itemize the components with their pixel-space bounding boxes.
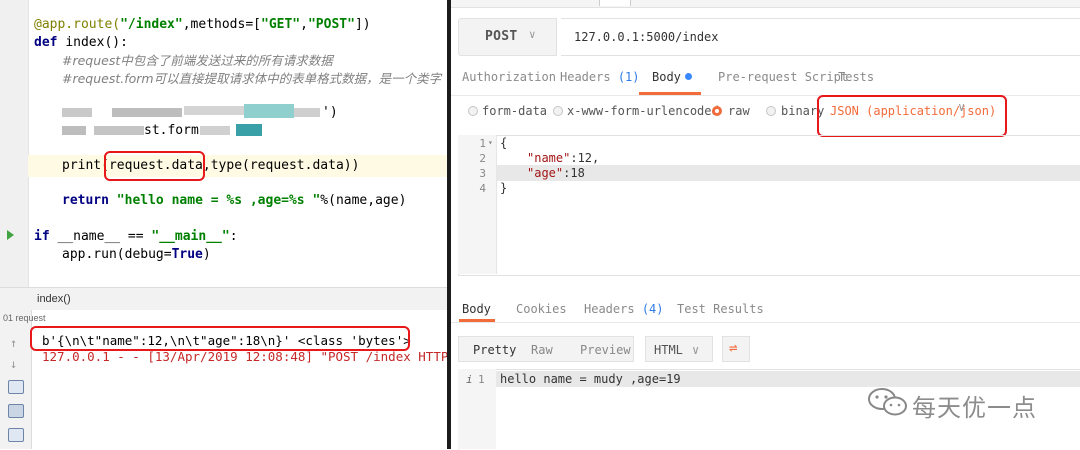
tab-tests[interactable]: Tests	[838, 70, 874, 84]
blurred-code	[236, 124, 262, 136]
modified-dot-icon	[684, 73, 692, 80]
wrap-lines-button[interactable]: ⇌	[722, 336, 750, 362]
tabs-divider	[451, 322, 1080, 323]
response-gutter	[458, 369, 496, 449]
line-number: 4	[479, 182, 486, 195]
editor-line-2: "name":12,	[527, 151, 600, 165]
blurred-code	[184, 106, 244, 115]
code-editor[interactable]: @app.route("/index",methods=["GET","POST…	[0, 0, 449, 287]
code-line-if: if __name__ == "__main__":	[34, 229, 238, 244]
tab-test-results[interactable]: Test Results	[677, 302, 764, 316]
chevron-down-icon: ∨	[692, 343, 700, 357]
blurred-code	[244, 104, 294, 118]
arrow-up-icon[interactable]: ↑	[10, 336, 17, 350]
blurred-code	[62, 126, 86, 135]
code-fragment: st.form.	[144, 123, 207, 138]
highlight-box-request-data	[104, 151, 205, 181]
tab-body[interactable]: Body	[652, 70, 692, 84]
code-comment-2: #request.form可以直接提取请求体中的表单格式数据，是一个类字	[62, 71, 442, 86]
tab-strip	[451, 0, 1080, 8]
code-line-def: def index():	[34, 35, 128, 50]
code-line-route: @app.route("/index",methods=["GET","POST…	[34, 17, 371, 32]
scroll-to-end-icon[interactable]	[8, 404, 24, 418]
code-comment-1: #request中包含了前端发送过来的所有请求数据	[62, 53, 333, 68]
line-number: 1	[478, 373, 485, 386]
method-select[interactable]: POST ∨	[458, 18, 557, 56]
run-tab-label[interactable]: 01 request	[3, 313, 46, 323]
blurred-code	[112, 108, 182, 117]
editor-line-1: {	[500, 136, 508, 150]
blurred-code	[294, 108, 320, 117]
fold-arrow-icon[interactable]: ▾	[488, 138, 493, 147]
tab-response-headers[interactable]: Headers (4)	[584, 302, 664, 316]
tab-prerequest-script[interactable]: Pre-request Script	[718, 70, 848, 84]
highlight-box-content-type	[817, 95, 1007, 137]
watermark-text: 每天优一点	[912, 394, 1037, 422]
active-tab-underline	[639, 92, 701, 95]
arrow-down-icon[interactable]: ↓	[10, 357, 17, 371]
editor-line-3: "age":18	[527, 166, 585, 180]
wrap-icon: ⇌	[729, 340, 738, 356]
code-line-run: app.run(debug=True)	[62, 247, 211, 262]
highlight-box-output	[30, 326, 410, 351]
radio-raw[interactable]	[712, 106, 722, 116]
line-number: 2	[479, 152, 486, 165]
raw-button[interactable]: Raw	[531, 343, 553, 357]
editor-line-4: }	[500, 181, 508, 195]
pretty-button[interactable]: Pretty	[473, 343, 516, 357]
tab-authorization[interactable]: Authorization	[462, 70, 556, 84]
chevron-down-icon: ∨	[529, 28, 536, 41]
line-number: 1	[479, 137, 486, 150]
format-select[interactable]: HTML ∨	[645, 336, 713, 362]
view-mode-group: Pretty Raw Preview	[458, 336, 634, 362]
tab-cookies[interactable]: Cookies	[516, 302, 567, 316]
request-tab[interactable]	[599, 0, 631, 6]
blurred-code	[200, 126, 230, 135]
tab-response-body[interactable]: Body	[462, 302, 491, 316]
run-gutter-icon[interactable]	[7, 230, 14, 240]
label-form-data: form-data	[482, 104, 548, 118]
soft-wrap-icon[interactable]	[8, 380, 24, 394]
tab-headers[interactable]: Headers (1)	[560, 70, 640, 84]
output-line-log: 127.0.0.1 - - [13/Apr/2019 12:08:48] "PO…	[42, 349, 456, 364]
info-icon: i	[466, 373, 473, 386]
blurred-code	[62, 108, 92, 117]
code-fragment: ')	[322, 105, 338, 120]
url-input[interactable]: 127.0.0.1:5000/index	[561, 18, 1080, 56]
print-icon[interactable]	[8, 428, 24, 442]
breadcrumb[interactable]: index()	[0, 287, 449, 311]
active-tab-underline	[459, 319, 495, 322]
label-urlencoded: x-www-form-urlencoded	[567, 104, 719, 118]
radio-form-data[interactable]	[468, 106, 478, 116]
blurred-code	[94, 126, 144, 135]
radio-binary[interactable]	[766, 106, 776, 116]
preview-button[interactable]: Preview	[580, 343, 631, 357]
label-raw: raw	[728, 104, 750, 118]
response-text: hello name = mudy ,age=19	[500, 372, 681, 386]
line-number: 3	[479, 167, 486, 180]
wechat-logo-icon	[868, 388, 907, 416]
code-line-return: return "hello name = %s ,age=%s "%(name,…	[62, 193, 407, 208]
radio-urlencoded[interactable]	[553, 106, 563, 116]
